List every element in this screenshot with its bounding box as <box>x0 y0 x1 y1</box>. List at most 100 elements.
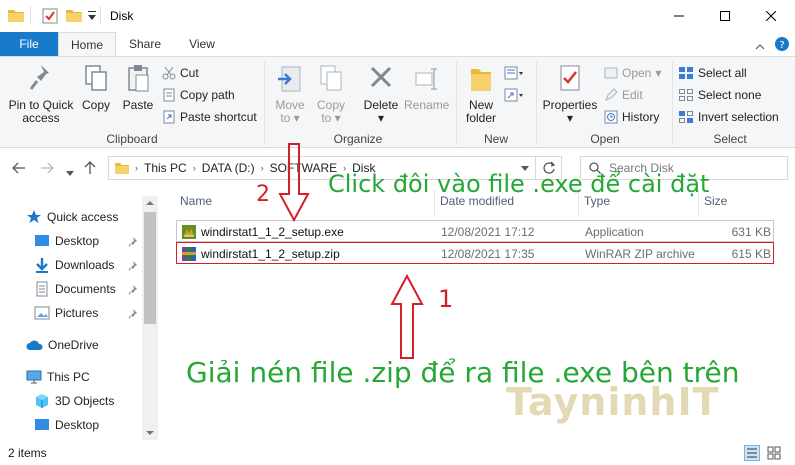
help-icon[interactable]: ? <box>775 37 789 54</box>
paste-shortcut-button[interactable]: Paste shortcut <box>162 107 257 127</box>
delete-button[interactable]: Delete ▾ <box>360 63 402 125</box>
new-item-icon <box>504 66 523 80</box>
annotation-exe-instruction: Click đôi vào file .exe để cài đặt <box>328 170 710 198</box>
invert-selection-button[interactable]: Invert selection <box>678 107 779 127</box>
pin-to-quick-access-button[interactable]: Pin to Quick access <box>6 63 76 125</box>
annotation-arrow-down <box>278 143 310 222</box>
rename-label: Rename <box>404 98 450 112</box>
pin-icon[interactable] <box>128 284 138 298</box>
nav-desktop[interactable]: Desktop <box>34 230 99 252</box>
desktop-icon <box>35 235 49 246</box>
star-icon <box>27 210 41 223</box>
annotation-number-2: 2 <box>256 182 270 207</box>
file-size: 615 KB <box>731 247 771 261</box>
title-bar: Disk <box>0 0 795 32</box>
recent-locations-icon[interactable] <box>66 165 74 179</box>
history-button[interactable]: History <box>604 107 659 127</box>
tab-home[interactable]: Home <box>58 32 116 56</box>
breadcrumb-data-drive[interactable]: DATA (D:) <box>198 161 259 175</box>
nav-label: Pictures <box>55 306 99 320</box>
close-button[interactable] <box>748 0 794 32</box>
ribbon: Pin to Quick access Copy Paste Cut Copy … <box>0 56 795 148</box>
watermark: TayninhIT <box>506 380 720 424</box>
navigation-pane: Quick access Desktop Downloads Documents… <box>0 196 158 440</box>
edit-button[interactable]: Edit <box>604 85 643 105</box>
paste-button[interactable]: Paste <box>118 63 158 112</box>
breadcrumb-chevron-icon[interactable]: › <box>259 163 266 173</box>
copy-button[interactable]: Copy <box>78 63 114 112</box>
file-row-exe[interactable]: windirstat1_1_2_setup.exe 12/08/2021 17:… <box>176 220 774 242</box>
select-all-icon <box>679 67 693 79</box>
scroll-up-icon[interactable] <box>142 196 158 210</box>
easy-access-button[interactable] <box>504 85 524 105</box>
desktop-icon <box>35 419 49 430</box>
column-header-name[interactable]: Name <box>180 194 212 208</box>
nav-label: 3D Objects <box>55 394 115 408</box>
tab-share[interactable]: Share <box>122 32 168 56</box>
pictures-icon <box>34 306 50 320</box>
file-type: WinRAR ZIP archive <box>585 247 695 261</box>
nav-onedrive[interactable]: OneDrive <box>26 334 99 356</box>
select-none-label: Select none <box>698 88 762 102</box>
copy-path-button[interactable]: Copy path <box>162 85 235 105</box>
ribbon-tabs: File Home Share View ? <box>0 32 795 56</box>
properties-button[interactable]: Properties ▾ <box>542 63 598 125</box>
new-folder-icon[interactable] <box>66 8 82 25</box>
maximize-button[interactable] <box>702 0 748 32</box>
scroll-down-icon[interactable] <box>142 426 158 440</box>
properties-icon[interactable] <box>42 8 58 27</box>
new-folder-button[interactable]: New folder <box>462 63 500 125</box>
chevron-up-icon[interactable] <box>755 39 765 53</box>
delete-icon <box>370 66 392 88</box>
nav-downloads[interactable]: Downloads <box>34 254 114 276</box>
pin-icon <box>29 65 49 90</box>
nav-label: Desktop <box>55 234 100 248</box>
window-title: Disk <box>110 9 134 23</box>
tab-view[interactable]: View <box>180 32 224 56</box>
nav-pictures[interactable]: Pictures <box>34 302 98 324</box>
file-row-zip[interactable]: windirstat1_1_2_setup.zip 12/08/2021 17:… <box>176 242 774 264</box>
nav-quick-access[interactable]: Quick access <box>26 206 118 228</box>
select-none-icon <box>679 89 693 101</box>
paste-shortcut-icon <box>163 110 175 124</box>
breadcrumb-chevron-icon[interactable]: › <box>133 163 140 173</box>
nav-3d-objects[interactable]: 3D Objects <box>34 390 114 412</box>
scissors-icon <box>162 66 176 80</box>
copy-to-button[interactable]: Copy to ▾ <box>312 63 350 125</box>
invert-selection-icon <box>679 111 693 123</box>
cube-icon <box>36 394 48 408</box>
nav-scrollbar-thumb[interactable] <box>144 212 156 324</box>
nav-this-pc[interactable]: This PC <box>26 366 90 388</box>
minimize-button[interactable] <box>656 0 702 32</box>
large-icons-view-icon[interactable] <box>766 445 782 464</box>
pin-icon[interactable] <box>128 236 138 250</box>
rename-button[interactable]: Rename <box>404 63 450 112</box>
breadcrumb-chevron-icon[interactable]: › <box>191 163 198 173</box>
pin-icon[interactable] <box>128 260 138 274</box>
new-item-button[interactable] <box>504 63 524 83</box>
forward-arrow-icon[interactable] <box>40 162 54 177</box>
nav-documents[interactable]: Documents <box>34 278 116 300</box>
download-icon <box>36 258 48 273</box>
pin-icon[interactable] <box>128 308 138 322</box>
move-to-button[interactable]: Move to ▾ <box>270 63 310 125</box>
back-arrow-icon[interactable] <box>12 162 26 177</box>
up-arrow-icon[interactable] <box>84 161 96 178</box>
toolbar-divider <box>100 6 101 24</box>
tab-file[interactable]: File <box>0 32 58 56</box>
ribbon-divider <box>456 61 457 145</box>
open-button[interactable]: Open ▾ <box>604 63 661 83</box>
nav-scrollbar[interactable] <box>142 196 158 440</box>
file-name: windirstat1_1_2_setup.zip <box>201 247 340 261</box>
properties-icon <box>560 65 580 91</box>
details-view-icon[interactable] <box>744 445 760 464</box>
ribbon-divider <box>672 61 673 145</box>
new-group-label: New <box>483 132 508 146</box>
select-all-button[interactable]: Select all <box>678 63 747 83</box>
customize-toolbar-icon[interactable] <box>88 10 96 24</box>
cut-button[interactable]: Cut <box>162 63 199 83</box>
nav-desktop-2[interactable]: Desktop <box>34 414 99 436</box>
select-none-button[interactable]: Select none <box>678 85 761 105</box>
folder-icon <box>8 8 24 25</box>
breadcrumb-this-pc[interactable]: This PC <box>140 161 191 175</box>
